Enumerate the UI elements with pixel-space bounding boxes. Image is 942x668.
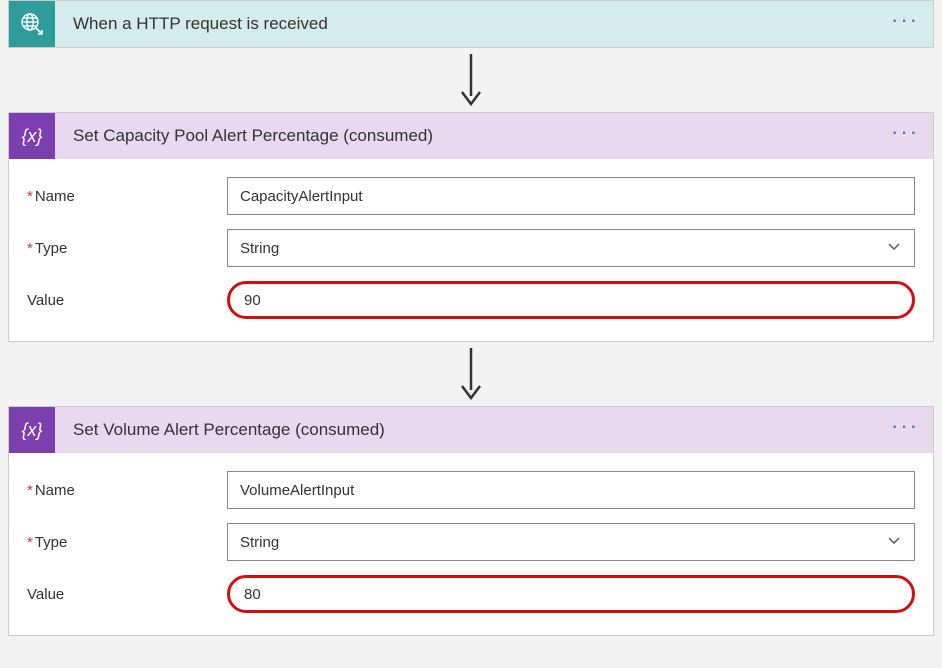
type-select[interactable]: String (227, 229, 915, 267)
trigger-title: When a HTTP request is received (55, 14, 891, 34)
type-select[interactable]: String (227, 523, 915, 561)
arrow-connector (0, 342, 942, 406)
value-label: Value (27, 586, 227, 603)
name-input[interactable]: VolumeAlertInput (227, 471, 915, 509)
form-row-value: Value 90 (27, 281, 915, 319)
action-menu-button-capacity[interactable]: ··· (891, 127, 919, 145)
form-row-type: *Type String (27, 229, 915, 267)
action-title-volume: Set Volume Alert Percentage (consumed) (55, 420, 891, 440)
action-card-volume[interactable]: {x} Set Volume Alert Percentage (consume… (8, 406, 934, 636)
form-row-name: *Name CapacityAlertInput (27, 177, 915, 215)
action-menu-button-volume[interactable]: ··· (891, 421, 919, 439)
form-row-value: Value 80 (27, 575, 915, 613)
trigger-menu-button[interactable]: ··· (891, 15, 919, 33)
name-label: *Name (27, 188, 227, 205)
flow-canvas: When a HTTP request is received ··· {x} … (0, 0, 942, 636)
action-body-capacity: *Name CapacityAlertInput *Type String Va… (9, 159, 933, 341)
action-body-volume: *Name VolumeAlertInput *Type String Valu… (9, 453, 933, 635)
action-card-capacity[interactable]: {x} Set Capacity Pool Alert Percentage (… (8, 112, 934, 342)
chevron-down-icon (886, 238, 902, 258)
value-input[interactable]: 90 (227, 281, 915, 319)
type-label: *Type (27, 534, 227, 551)
value-label: Value (27, 292, 227, 309)
form-row-type: *Type String (27, 523, 915, 561)
action-header-capacity[interactable]: {x} Set Capacity Pool Alert Percentage (… (9, 113, 933, 159)
action-title-capacity: Set Capacity Pool Alert Percentage (cons… (55, 126, 891, 146)
name-input[interactable]: CapacityAlertInput (227, 177, 915, 215)
trigger-header[interactable]: When a HTTP request is received ··· (9, 1, 933, 47)
value-input[interactable]: 80 (227, 575, 915, 613)
variable-icon: {x} (9, 407, 55, 453)
action-header-volume[interactable]: {x} Set Volume Alert Percentage (consume… (9, 407, 933, 453)
chevron-down-icon (886, 532, 902, 552)
form-row-name: *Name VolumeAlertInput (27, 471, 915, 509)
type-label: *Type (27, 240, 227, 257)
arrow-connector (0, 48, 942, 112)
trigger-card[interactable]: When a HTTP request is received ··· (8, 0, 934, 48)
http-request-icon (9, 1, 55, 47)
variable-icon: {x} (9, 113, 55, 159)
name-label: *Name (27, 482, 227, 499)
